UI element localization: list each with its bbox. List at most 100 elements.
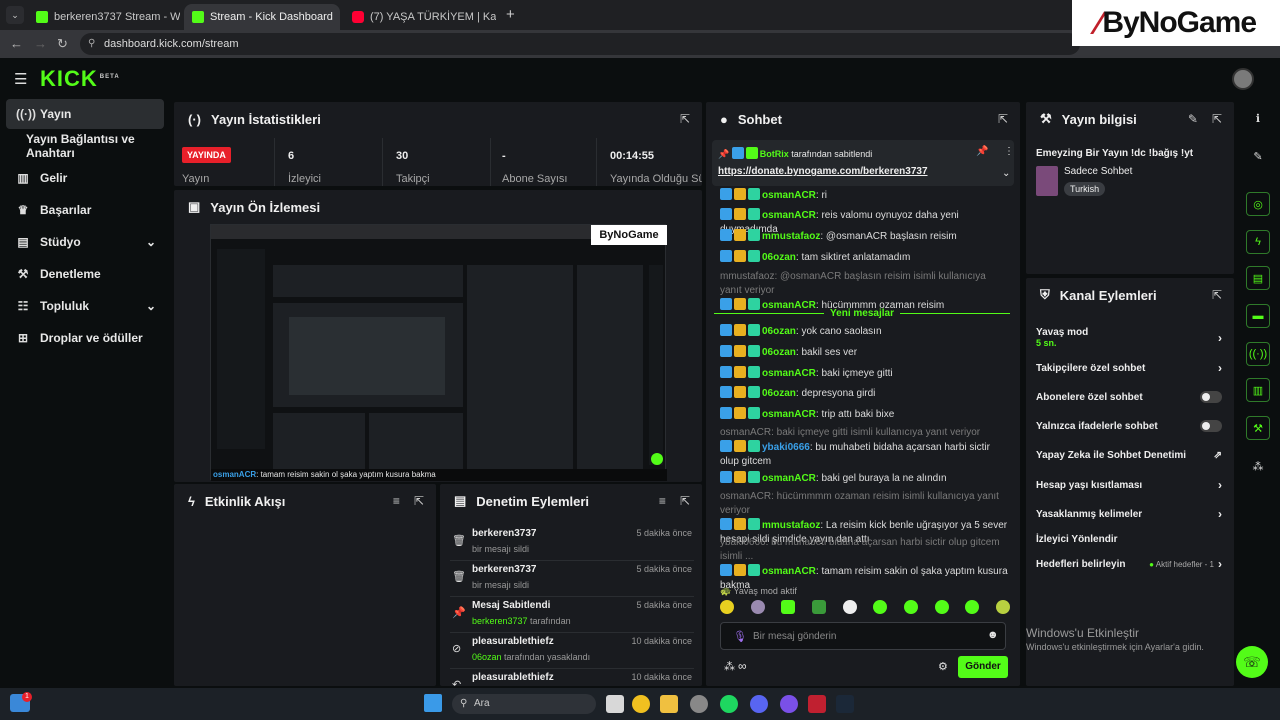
browser-tab-3[interactable]: (7) YAŞA TÜRKİYEM | Kanser ol... ✕ (344, 4, 496, 30)
chat-username[interactable]: osmanACR (762, 473, 816, 484)
popout-icon[interactable]: ⇱ (1212, 288, 1222, 302)
reload-icon[interactable]: ↻ (57, 36, 68, 52)
file-explorer-icon[interactable] (660, 695, 678, 713)
chat-username[interactable]: 06ozan (762, 388, 796, 399)
chat-username[interactable]: mmustafaoz (762, 520, 820, 531)
layout-icon[interactable]: ▥ (1246, 378, 1270, 402)
chat-username[interactable]: 06ozan (762, 347, 796, 358)
more-icon[interactable]: ⋮ (1004, 146, 1014, 157)
emote-icon[interactable] (965, 600, 980, 614)
popout-icon[interactable]: ⇱ (1212, 112, 1222, 126)
edit-icon[interactable]: ✎ (1246, 144, 1270, 168)
popout-icon[interactable]: ⇱ (998, 112, 1008, 126)
task-view-icon[interactable] (606, 695, 624, 713)
capture-icon[interactable]: ◎ (1246, 192, 1270, 216)
chat-input[interactable]: 🎙 Bir mesaj gönderin ☻ (720, 622, 1006, 650)
sidebar-item-stream-key[interactable]: Yayın Bağlantısı ve Anahtarı (6, 131, 164, 161)
category-name[interactable]: Sadece Sohbet (1064, 166, 1132, 177)
tag-badge[interactable]: Turkish (1064, 182, 1106, 196)
action-banned-words[interactable]: Yasaklanmış kelimeler › (1036, 506, 1222, 522)
action-slow-mode[interactable]: Yavaş mod 5 sn. › (1036, 326, 1222, 350)
action-ai-moderation[interactable]: Yapay Zeka ile Sohbet Denetimi ⇗ (1036, 447, 1222, 463)
kick-tools-icon[interactable]: ⁂ (724, 660, 735, 673)
kick-logo[interactable]: KICK BETA (40, 66, 120, 92)
action-emotes-only[interactable]: Yalnızca ifadelerle sohbet (1036, 418, 1222, 434)
chat-username[interactable]: mmustafaoz (762, 231, 820, 242)
sidebar-item-gelir[interactable]: ▥ Gelir (6, 163, 164, 193)
obs-icon[interactable] (780, 695, 798, 713)
filter-icon[interactable]: ≡ (393, 494, 400, 508)
windows-start-icon[interactable] (424, 694, 442, 712)
broadcast-icon[interactable]: ((·)) (1246, 342, 1270, 366)
chat-icon[interactable]: ▬ (1246, 304, 1270, 328)
site-info-icon[interactable]: ⚲ (88, 38, 95, 49)
chevron-down-icon[interactable]: ⌄ (1002, 168, 1010, 179)
microphone-icon[interactable]: 🎙 (733, 630, 747, 643)
taskbar-search[interactable]: ⚲ Ara (452, 694, 596, 714)
chat-username[interactable]: ybaki0666 (762, 442, 810, 453)
steam-icon[interactable] (836, 695, 854, 713)
chat-username[interactable]: osmanACR (762, 409, 816, 420)
forward-icon[interactable]: → (34, 36, 47, 51)
edit-icon[interactable]: ✎ (1188, 112, 1198, 126)
browser-tab-1[interactable]: berkeren3737 Stream - Watch L ✕ (28, 4, 180, 30)
tab-search-icon[interactable]: ⌄ (6, 6, 24, 24)
gear-icon[interactable]: ⚙ (938, 660, 948, 673)
chat-username[interactable]: 06ozan (762, 252, 796, 263)
app-icon[interactable] (808, 695, 826, 713)
popout-icon[interactable]: ⇱ (680, 112, 690, 126)
action-raid[interactable]: İzleyici Yönlendir (1036, 531, 1222, 547)
chrome-icon[interactable] (632, 695, 650, 713)
wrench-icon[interactable]: ⚒ (1246, 416, 1270, 440)
kick-tools-icon[interactable]: ⁂ (1246, 454, 1270, 478)
emoji-icon[interactable]: ☻ (987, 629, 999, 641)
emote-icon[interactable] (873, 600, 888, 614)
app-icon[interactable] (690, 695, 708, 713)
action-account-age[interactable]: Hesap yaşı kısıtlaması › (1036, 477, 1222, 493)
pinned-link[interactable]: https://donate.bynogame.com/berkeren3737 (718, 166, 928, 177)
popout-icon[interactable]: ⇱ (414, 494, 424, 508)
unpin-icon[interactable]: 📌 (976, 146, 988, 157)
chat-username[interactable]: osmanACR (762, 210, 816, 221)
document-icon[interactable]: ▤ (1246, 266, 1270, 290)
sidebar-item-denetleme[interactable]: ⚒ Denetleme (6, 259, 164, 289)
chat-username[interactable]: 06ozan (762, 326, 796, 337)
support-icon[interactable]: ☏ (1236, 646, 1268, 678)
sidebar-item-basarilar[interactable]: ♛ Başarılar (6, 195, 164, 225)
chat-username[interactable]: osmanACR (762, 566, 816, 577)
bolt-icon[interactable]: ϟ (1246, 230, 1270, 254)
emote-icon[interactable] (934, 600, 949, 614)
subscribers-only-toggle[interactable] (1200, 391, 1222, 403)
info-icon[interactable]: ℹ (1246, 106, 1270, 130)
infinity-icon[interactable]: ∞ (738, 659, 747, 673)
sidebar-item-yayin[interactable]: ((·)) Yayın (6, 99, 164, 129)
emote-icon[interactable] (720, 600, 734, 614)
chat-username[interactable]: osmanACR (762, 368, 816, 379)
emote-icon[interactable] (842, 600, 857, 614)
action-followers-only[interactable]: Takipçilere özel sohbet › (1036, 360, 1222, 376)
new-tab-icon[interactable]: + (506, 6, 515, 23)
menu-icon[interactable]: ☰ (14, 70, 27, 88)
discord-icon[interactable] (750, 695, 768, 713)
popout-icon[interactable]: ⇱ (680, 494, 690, 508)
sidebar-item-droplar[interactable]: ⊞ Droplar ve ödüller (6, 323, 164, 353)
emotes-only-toggle[interactable] (1200, 420, 1222, 432)
emote-icon[interactable] (903, 600, 918, 614)
back-icon[interactable]: ← (10, 36, 23, 51)
sidebar-item-studyo[interactable]: ▤ Stüdyo ⌄ (6, 227, 164, 257)
filter-icon[interactable]: ≡ (659, 494, 666, 508)
action-subscribers-only[interactable]: Abonelere özel sohbet (1036, 389, 1222, 405)
url-field[interactable]: ⚲ dashboard.kick.com/stream (80, 33, 1080, 55)
send-button[interactable]: Gönder (958, 656, 1008, 678)
sidebar-item-topluluk[interactable]: ☷ Topluluk ⌄ (6, 291, 164, 321)
emote-icon[interactable] (781, 600, 796, 614)
spotify-icon[interactable] (720, 695, 738, 713)
emote-icon[interactable] (811, 600, 826, 614)
emote-icon[interactable] (750, 600, 765, 614)
browser-tab-2[interactable]: Stream - Kick Dashboard ✕ (184, 4, 340, 30)
action-goals[interactable]: Hedefleri belirleyin ● Aktif hedefler - 1… (1036, 556, 1222, 572)
chat-username[interactable]: osmanACR (762, 190, 816, 201)
emote-icon[interactable] (995, 600, 1010, 614)
close-icon[interactable]: ✕ (339, 10, 340, 24)
avatar[interactable] (1232, 68, 1254, 90)
